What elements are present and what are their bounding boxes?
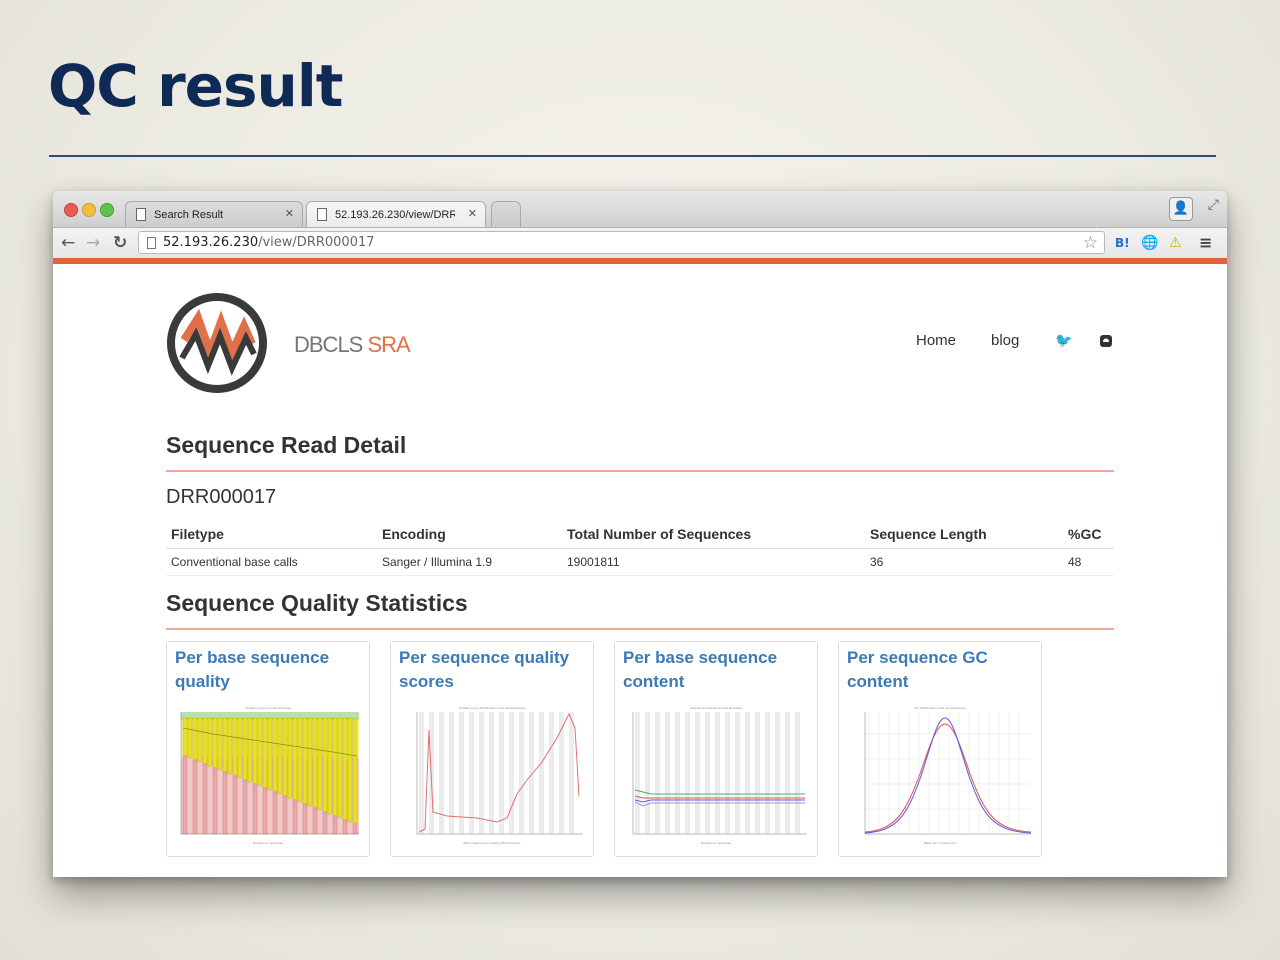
nav-blog-link[interactable]: blog [991, 332, 1019, 349]
per-sequence-gc-thumbnail[interactable]: GC distribution over all sequences Mean … [845, 704, 1035, 850]
section-heading-detail: Sequence Read Detail [166, 432, 407, 458]
per-sequence-quality-thumbnail[interactable]: Quality score distribution over all sequ… [397, 704, 587, 850]
close-window-button[interactable] [64, 203, 78, 217]
qc-card-per-sequence-quality[interactable]: Per sequence quality scores Quality scor… [390, 641, 594, 857]
web-page: DBCLS SRA Home blog 🐦 Sequence Read Deta… [53, 264, 1227, 877]
page-icon [136, 208, 146, 221]
sequence-info-table: Filetype Encoding Total Number of Sequen… [166, 522, 1114, 576]
svg-text:Quality scores across all base: Quality scores across all bases [245, 706, 291, 710]
slide-title-rule [49, 155, 1216, 157]
hatena-bookmark-icon[interactable]: B! [1115, 233, 1130, 253]
table-header-row: Filetype Encoding Total Number of Sequen… [166, 522, 1114, 549]
warning-extension-icon[interactable]: ⚠ [1169, 233, 1182, 253]
section-divider [166, 470, 1114, 472]
column-header: Sequence Length [865, 522, 1063, 549]
minimize-window-button[interactable] [82, 203, 96, 217]
brand-primary: DBCLS [294, 332, 363, 357]
column-header: %GC [1063, 522, 1114, 549]
brand-secondary: SRA [367, 332, 410, 357]
table-cell: 48 [1063, 548, 1114, 576]
close-tab-icon[interactable]: ✕ [468, 207, 477, 220]
twitter-icon[interactable]: 🐦 [1055, 332, 1072, 349]
fullscreen-icon[interactable]: ⤢ [1208, 197, 1219, 213]
column-header: Encoding [377, 522, 562, 549]
new-tab-button[interactable] [491, 201, 521, 227]
column-header: Filetype [166, 522, 377, 549]
table-cell: Sanger / Illumina 1.9 [377, 548, 562, 576]
bookmark-star-icon[interactable]: ☆ [1083, 233, 1098, 253]
table-cell: Conventional base calls [166, 548, 377, 576]
qc-card-title-link[interactable]: Per sequence GC content [847, 646, 1037, 694]
svg-text:Position in read (bp): Position in read (bp) [701, 841, 731, 845]
slide-title: QC result [48, 52, 343, 120]
back-arrow-icon[interactable]: ← [61, 232, 75, 254]
svg-text:Mean GC content (%): Mean GC content (%) [924, 841, 956, 845]
per-base-content-thumbnail[interactable]: Sequence content across all bases Positi… [621, 704, 811, 850]
per-base-quality-thumbnail[interactable]: Quality scores across all bases Position… [173, 704, 363, 850]
page-icon [147, 237, 156, 249]
svg-text:Position in read (bp): Position in read (bp) [253, 841, 283, 845]
browser-window: Search Result ✕ 52.193.26.230/view/DRR00… [53, 191, 1227, 877]
qc-card-title-link[interactable]: Per base sequence quality [175, 646, 365, 694]
close-tab-icon[interactable]: ✕ [285, 207, 294, 220]
tab-active-view[interactable]: 52.193.26.230/view/DRR000017 ✕ [306, 201, 486, 227]
section-divider [166, 628, 1114, 630]
github-icon[interactable] [1099, 334, 1113, 348]
browser-menu-icon[interactable]: ≡ [1199, 233, 1212, 253]
browser-toolbar: ← → ↻ 52.193.26.230/view/DRR000017 ☆ B! … [53, 228, 1227, 260]
tab-label: Search Result [154, 209, 224, 221]
globe-extension-icon[interactable]: 🌐 [1141, 233, 1158, 253]
page-icon [317, 208, 327, 221]
site-brand[interactable]: DBCLS SRA [294, 332, 411, 358]
nav-home-link[interactable]: Home [916, 332, 956, 349]
forward-arrow-icon[interactable]: → [86, 232, 100, 254]
run-accession: DRR000017 [166, 486, 277, 508]
table-cell: 19001811 [562, 548, 865, 576]
tab-search-result[interactable]: Search Result ✕ [125, 201, 303, 227]
qc-card-title-link[interactable]: Per base sequence content [623, 646, 813, 694]
svg-text:Quality score distribution ove: Quality score distribution over all sequ… [459, 706, 526, 710]
tab-bar: Search Result ✕ 52.193.26.230/view/DRR00… [53, 191, 1227, 228]
table-cell: 36 [865, 548, 1063, 576]
tab-label: 52.193.26.230/view/DRR000017 [335, 209, 455, 221]
qc-card-per-base-content[interactable]: Per base sequence content Sequence conte… [614, 641, 818, 857]
qc-card-per-base-quality[interactable]: Per base sequence quality Quality scores… [166, 641, 370, 857]
section-heading-quality: Sequence Quality Statistics [166, 590, 468, 616]
dbcls-logo[interactable] [166, 292, 268, 394]
column-header: Total Number of Sequences [562, 522, 865, 549]
zoom-window-button[interactable] [100, 203, 114, 217]
svg-text:Sequence content across all ba: Sequence content across all bases [690, 706, 742, 710]
user-profile-icon[interactable]: 👤 [1169, 197, 1193, 221]
url-host: 52.193.26.230 [163, 235, 259, 250]
qc-card-title-link[interactable]: Per sequence quality scores [399, 646, 589, 694]
svg-text:Mean Sequence Quality (Phred S: Mean Sequence Quality (Phred Score) [464, 841, 521, 845]
reload-icon[interactable]: ↻ [113, 232, 127, 254]
svg-text:GC distribution over all seque: GC distribution over all sequences [914, 706, 966, 710]
address-bar[interactable]: 52.193.26.230/view/DRR000017 ☆ [138, 231, 1105, 254]
table-row: Conventional base calls Sanger / Illumin… [166, 548, 1114, 576]
qc-card-per-sequence-gc[interactable]: Per sequence GC content GC distribution … [838, 641, 1042, 857]
url-path: /view/DRR000017 [258, 235, 375, 250]
